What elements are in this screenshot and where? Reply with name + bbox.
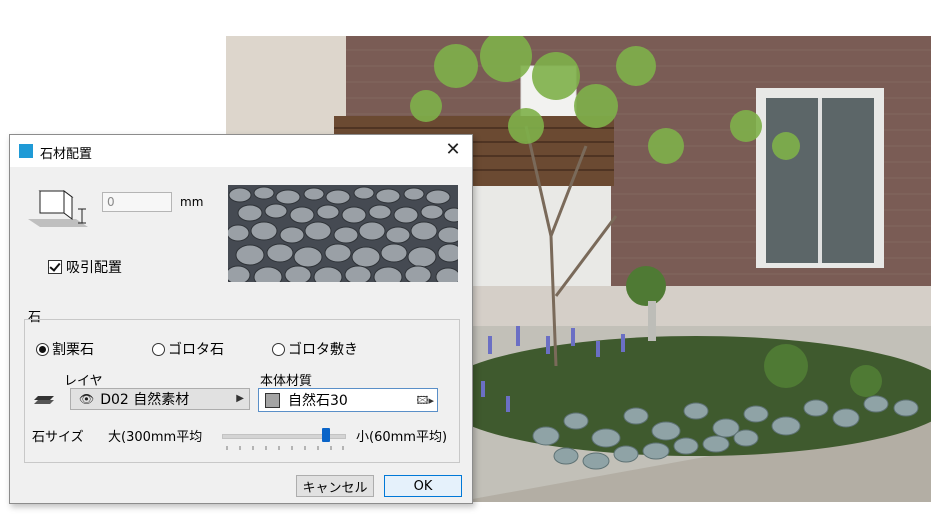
radio-unselected-icon[interactable] [152, 342, 165, 356]
radio-label: ゴロタ敷き [288, 342, 358, 358]
layer-label: レイヤ [64, 374, 103, 389]
material-browse-icon[interactable]: 🖾▸ [417, 392, 435, 411]
slider-ticks [226, 446, 344, 450]
snap-placement-checkbox[interactable]: 吸引配置 [48, 257, 122, 277]
stone-size-large-label: 大(300mm平均 [108, 430, 203, 445]
eye-icon: 👁 [79, 392, 95, 406]
title-bar[interactable]: 石材配置 ✕ [10, 135, 472, 167]
thickness-unit: mm [180, 195, 204, 209]
material-label: 本体材質 [260, 374, 313, 389]
material-dropdown[interactable]: 自然石30 🖾▸ [258, 388, 438, 412]
radio-warikuri-ishi[interactable]: 割栗石 [36, 339, 94, 359]
stone-placement-dialog: 石材配置 ✕ mm [9, 134, 473, 504]
snap-placement-label: 吸引配置 [66, 260, 122, 276]
radio-label: 割栗石 [52, 342, 94, 358]
material-swatch [265, 392, 280, 408]
layer-value: D02 自然素材 [100, 392, 190, 408]
radio-gorota-shiki[interactable]: ゴロタ敷き [272, 339, 358, 359]
radio-label: ゴロタ石 [168, 342, 224, 358]
material-value: 自然石30 [288, 393, 348, 409]
layer-dropdown[interactable]: 👁 D02 自然素材 ▶ [70, 388, 250, 410]
radio-gorota-ishi[interactable]: ゴロタ石 [152, 339, 224, 359]
stone-size-small-label: 小(60mm平均) [356, 430, 448, 445]
radio-selected-icon[interactable] [36, 342, 49, 356]
stone-texture-preview [228, 185, 458, 282]
radio-unselected-icon[interactable] [272, 342, 285, 356]
thickness-box-icon [28, 190, 88, 227]
checkbox-checked-icon[interactable] [48, 260, 62, 274]
stone-size-slider-thumb[interactable] [321, 428, 330, 442]
stone-size-label: 石サイズ [32, 430, 84, 445]
cancel-button[interactable]: キャンセル [296, 475, 374, 497]
app-icon [19, 144, 33, 158]
chevron-right-icon: ▶ [236, 393, 244, 404]
layer-stack-icon [34, 396, 54, 404]
close-icon[interactable]: ✕ [442, 139, 464, 161]
thickness-input[interactable] [102, 192, 172, 212]
dialog-title: 石材配置 [40, 147, 93, 162]
ok-button[interactable]: OK [384, 475, 462, 497]
